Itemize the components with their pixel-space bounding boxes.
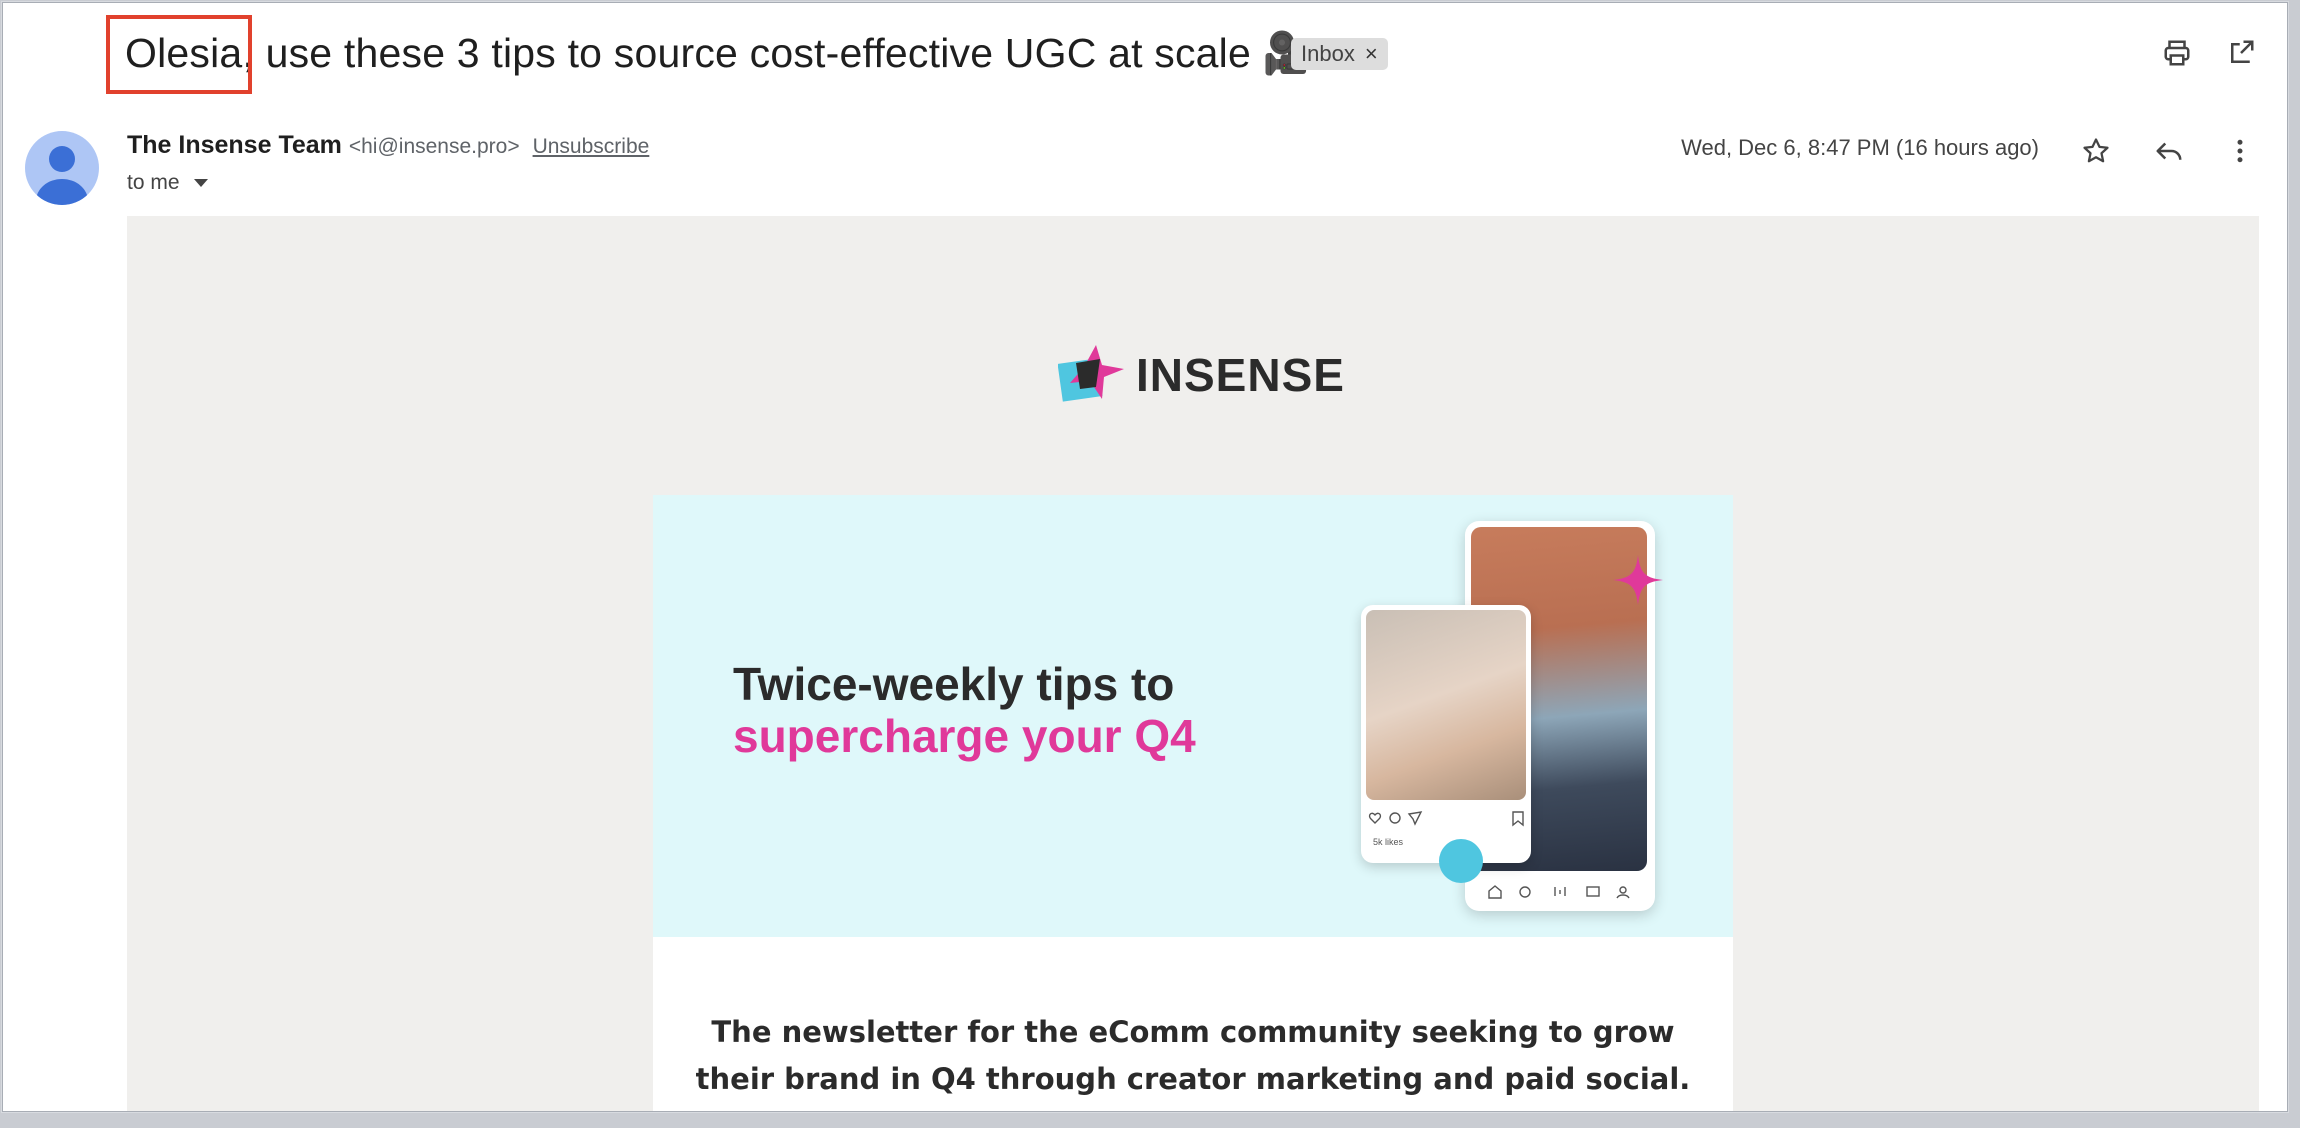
likes-count: 5k likes	[1373, 837, 1404, 847]
recipient-details-toggle[interactable]: to me	[127, 171, 208, 195]
insense-wordmark: INSENSE	[1136, 349, 1345, 401]
sender-line: The Insense Team <hi@insense.pro> Unsubs…	[127, 131, 649, 160]
reply-icon[interactable]	[2147, 129, 2191, 173]
recipient-text: to me	[127, 171, 180, 194]
more-options-icon[interactable]	[2218, 129, 2262, 173]
caret-down-icon	[193, 179, 208, 187]
sender-email: <hi@insense.pro>	[348, 135, 520, 158]
remove-label-icon[interactable]: ×	[1365, 38, 1378, 70]
email-subject: Olesia, use these 3 tips to source cost-…	[125, 25, 1314, 81]
highlight-box	[106, 15, 252, 94]
sender-avatar[interactable]	[25, 131, 99, 205]
insense-star-icon	[1058, 345, 1124, 402]
newsletter-intro: The newsletter for the eComm community s…	[693, 1009, 1693, 1103]
inbox-label-text: Inbox	[1301, 41, 1355, 66]
sender-name[interactable]: The Insense Team	[127, 131, 342, 159]
hero-heading-line1: Twice-weekly tips to	[733, 658, 1175, 710]
newsletter-intro-line2: their brand in Q4 through creator market…	[695, 1062, 1691, 1096]
post-action-icons	[1368, 811, 1524, 827]
phone-mockup-front: 5k likes	[1361, 605, 1531, 863]
subject-row: Olesia, use these 3 tips to source cost-…	[3, 3, 2287, 103]
insense-logo[interactable]: INSENSE	[1058, 343, 1345, 407]
person-icon	[36, 146, 88, 205]
open-in-new-window-icon[interactable]	[2221, 33, 2261, 73]
email-window: Olesia, use these 3 tips to source cost-…	[2, 2, 2288, 1112]
newsletter-content: The newsletter for the eComm community s…	[653, 937, 1733, 1111]
woman-photo	[1366, 610, 1526, 800]
print-icon[interactable]	[2157, 33, 2197, 73]
unsubscribe-link[interactable]: Unsubscribe	[533, 135, 650, 158]
star-icon[interactable]	[2074, 129, 2118, 173]
inbox-label-chip[interactable]: Inbox ×	[1291, 38, 1388, 70]
hero-heading-line2: supercharge your Q4	[733, 710, 1196, 762]
decorative-circle	[1439, 839, 1483, 883]
email-date: Wed, Dec 6, 8:47 PM (16 hours ago)	[1681, 135, 2039, 160]
app-nav-icons	[1488, 885, 1630, 899]
sparkle-icon	[1613, 555, 1663, 605]
subject-text: use these 3 tips to source cost-effectiv…	[254, 30, 1251, 76]
newsletter-intro-line1: The newsletter for the eComm community s…	[711, 1015, 1675, 1049]
hero-banner[interactable]: Twice-weekly tips to supercharge your Q4…	[653, 495, 1733, 937]
